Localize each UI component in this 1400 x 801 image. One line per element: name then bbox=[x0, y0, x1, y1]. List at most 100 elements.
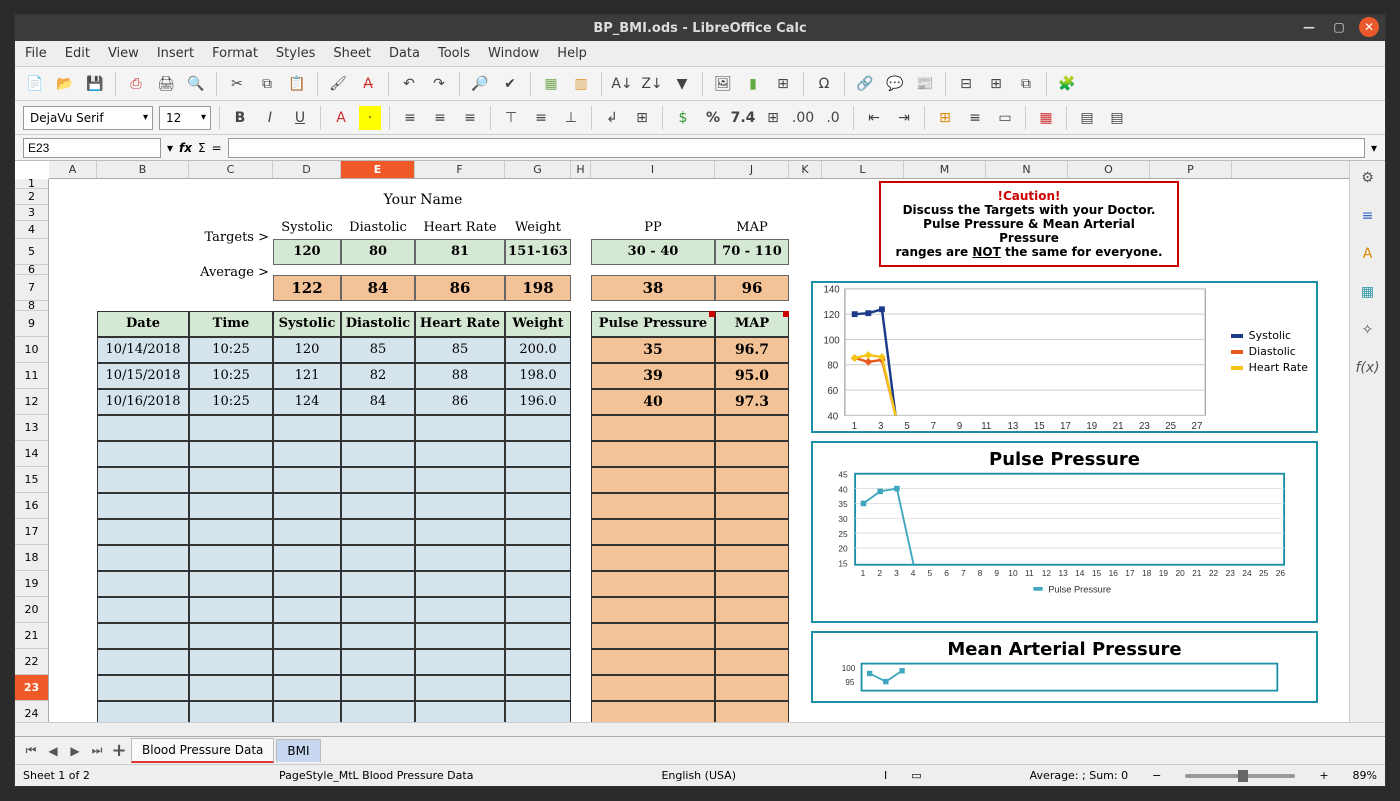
cell-D20[interactable] bbox=[273, 597, 341, 623]
row-header-4[interactable]: 4 bbox=[15, 221, 48, 239]
target-diastolic[interactable]: 80 bbox=[341, 239, 415, 265]
borders-icon[interactable]: ⊞ bbox=[933, 106, 957, 130]
menu-edit[interactable]: Edit bbox=[65, 46, 90, 61]
clear-format-icon[interactable]: A̶ bbox=[356, 72, 380, 96]
cell-D21[interactable] bbox=[273, 623, 341, 649]
chart-map[interactable]: Mean Arterial Pressure 10095 bbox=[811, 631, 1318, 703]
cell-I18[interactable] bbox=[591, 545, 715, 571]
close-button[interactable]: ✕ bbox=[1359, 17, 1379, 37]
freeze-icon[interactable]: ⊟ bbox=[954, 72, 978, 96]
cell-E23[interactable] bbox=[341, 675, 415, 701]
cell-J10[interactable]: 96.7 bbox=[715, 337, 789, 363]
dec-indent-icon[interactable]: ⇤ bbox=[862, 106, 886, 130]
inc-indent-icon[interactable]: ⇥ bbox=[892, 106, 916, 130]
cell-F17[interactable] bbox=[415, 519, 505, 545]
cell-B24[interactable] bbox=[97, 701, 189, 722]
save-icon[interactable]: 💾 bbox=[83, 72, 107, 96]
cell-I19[interactable] bbox=[591, 571, 715, 597]
cell-B18[interactable] bbox=[97, 545, 189, 571]
cell-I14[interactable] bbox=[591, 441, 715, 467]
minimize-button[interactable]: — bbox=[1299, 17, 1319, 37]
menu-window[interactable]: Window bbox=[488, 46, 539, 61]
tab-prev-icon[interactable]: ◀ bbox=[43, 741, 63, 761]
cell-B17[interactable] bbox=[97, 519, 189, 545]
cell-I21[interactable] bbox=[591, 623, 715, 649]
cell-E20[interactable] bbox=[341, 597, 415, 623]
average-pp[interactable]: 38 bbox=[591, 275, 715, 301]
cell-D11[interactable]: 121 bbox=[273, 363, 341, 389]
sidebar-nav2-icon[interactable]: ✧ bbox=[1357, 319, 1379, 341]
menu-sheet[interactable]: Sheet bbox=[333, 46, 371, 61]
column-icon[interactable]: ▥ bbox=[569, 72, 593, 96]
cell-B20[interactable] bbox=[97, 597, 189, 623]
row-header-22[interactable]: 22 bbox=[15, 649, 48, 675]
cell-G14[interactable] bbox=[505, 441, 571, 467]
cell-B22[interactable] bbox=[97, 649, 189, 675]
find-icon[interactable]: 🔎 bbox=[468, 72, 492, 96]
conditional-icon[interactable]: ▤ bbox=[1075, 106, 1099, 130]
th-pulsepressure[interactable]: Pulse Pressure bbox=[591, 311, 715, 337]
sort-asc-icon[interactable]: A↓ bbox=[610, 72, 634, 96]
align-right-icon[interactable]: ≡ bbox=[458, 106, 482, 130]
expand-icon[interactable]: ▾ bbox=[1371, 141, 1377, 155]
cell-E13[interactable] bbox=[341, 415, 415, 441]
autofilter-icon[interactable]: ▼ bbox=[670, 72, 694, 96]
extension-icon[interactable]: 🧩 bbox=[1055, 72, 1079, 96]
col-header-P[interactable]: P bbox=[1150, 161, 1232, 178]
row-header-24[interactable]: 24 bbox=[15, 701, 48, 722]
sidebar-properties-icon[interactable]: ⚙ bbox=[1357, 167, 1379, 189]
cell-I15[interactable] bbox=[591, 467, 715, 493]
average-map[interactable]: 96 bbox=[715, 275, 789, 301]
equals-icon[interactable]: = bbox=[212, 141, 222, 155]
name-box[interactable] bbox=[23, 138, 161, 158]
cell-D10[interactable]: 120 bbox=[273, 337, 341, 363]
cell-F23[interactable] bbox=[415, 675, 505, 701]
cell-I22[interactable] bbox=[591, 649, 715, 675]
cell-G11[interactable]: 198.0 bbox=[505, 363, 571, 389]
cell-D12[interactable]: 124 bbox=[273, 389, 341, 415]
row-header-19[interactable]: 19 bbox=[15, 571, 48, 597]
cell-J18[interactable] bbox=[715, 545, 789, 571]
cell-J22[interactable] bbox=[715, 649, 789, 675]
cell-J21[interactable] bbox=[715, 623, 789, 649]
cell-E18[interactable] bbox=[341, 545, 415, 571]
sort-desc-icon[interactable]: Z↓ bbox=[640, 72, 664, 96]
selection-mode-icon[interactable]: ▭ bbox=[911, 769, 921, 782]
align-top-icon[interactable]: ⊤ bbox=[499, 106, 523, 130]
add-decimal-icon[interactable]: .00 bbox=[791, 106, 815, 130]
cell-F24[interactable] bbox=[415, 701, 505, 722]
cell-E19[interactable] bbox=[341, 571, 415, 597]
paste-icon[interactable]: 📋 bbox=[285, 72, 309, 96]
tab-blood-pressure[interactable]: Blood Pressure Data bbox=[131, 738, 274, 763]
cell-G13[interactable] bbox=[505, 415, 571, 441]
col-header-O[interactable]: O bbox=[1068, 161, 1150, 178]
row-header-18[interactable]: 18 bbox=[15, 545, 48, 571]
window-icon[interactable]: ⧉ bbox=[1014, 72, 1038, 96]
row-header-2[interactable]: 2 bbox=[15, 189, 48, 205]
zoom-slider[interactable] bbox=[1185, 774, 1295, 778]
col-header-B[interactable]: B bbox=[97, 161, 189, 178]
align-bottom-icon[interactable]: ⊥ bbox=[559, 106, 583, 130]
col-header-M[interactable]: M bbox=[904, 161, 986, 178]
maximize-button[interactable]: ▢ bbox=[1329, 17, 1349, 37]
menu-styles[interactable]: Styles bbox=[276, 46, 315, 61]
headers-icon[interactable]: 📰 bbox=[913, 72, 937, 96]
cell-I10[interactable]: 35 bbox=[591, 337, 715, 363]
cell-E21[interactable] bbox=[341, 623, 415, 649]
cond2-icon[interactable]: ▤ bbox=[1105, 106, 1129, 130]
row-header-13[interactable]: 13 bbox=[15, 415, 48, 441]
cell-C23[interactable] bbox=[189, 675, 273, 701]
cell-I20[interactable] bbox=[591, 597, 715, 623]
font-name-combo[interactable]: DejaVu Serif▾ bbox=[23, 106, 153, 130]
font-size-combo[interactable]: 12▾ bbox=[159, 106, 211, 130]
cell-B10[interactable]: 10/14/2018 bbox=[97, 337, 189, 363]
col-header-G[interactable]: G bbox=[505, 161, 571, 178]
target-map[interactable]: 70 - 110 bbox=[715, 239, 789, 265]
row-header-14[interactable]: 14 bbox=[15, 441, 48, 467]
merge-icon[interactable]: ⊞ bbox=[630, 106, 654, 130]
cell-J12[interactable]: 97.3 bbox=[715, 389, 789, 415]
cell-J24[interactable] bbox=[715, 701, 789, 722]
chart-vitals[interactable]: 140120100806040 13579111315171921232527 bbox=[811, 281, 1318, 433]
cell-I11[interactable]: 39 bbox=[591, 363, 715, 389]
row-header-7[interactable]: 7 bbox=[15, 275, 48, 301]
